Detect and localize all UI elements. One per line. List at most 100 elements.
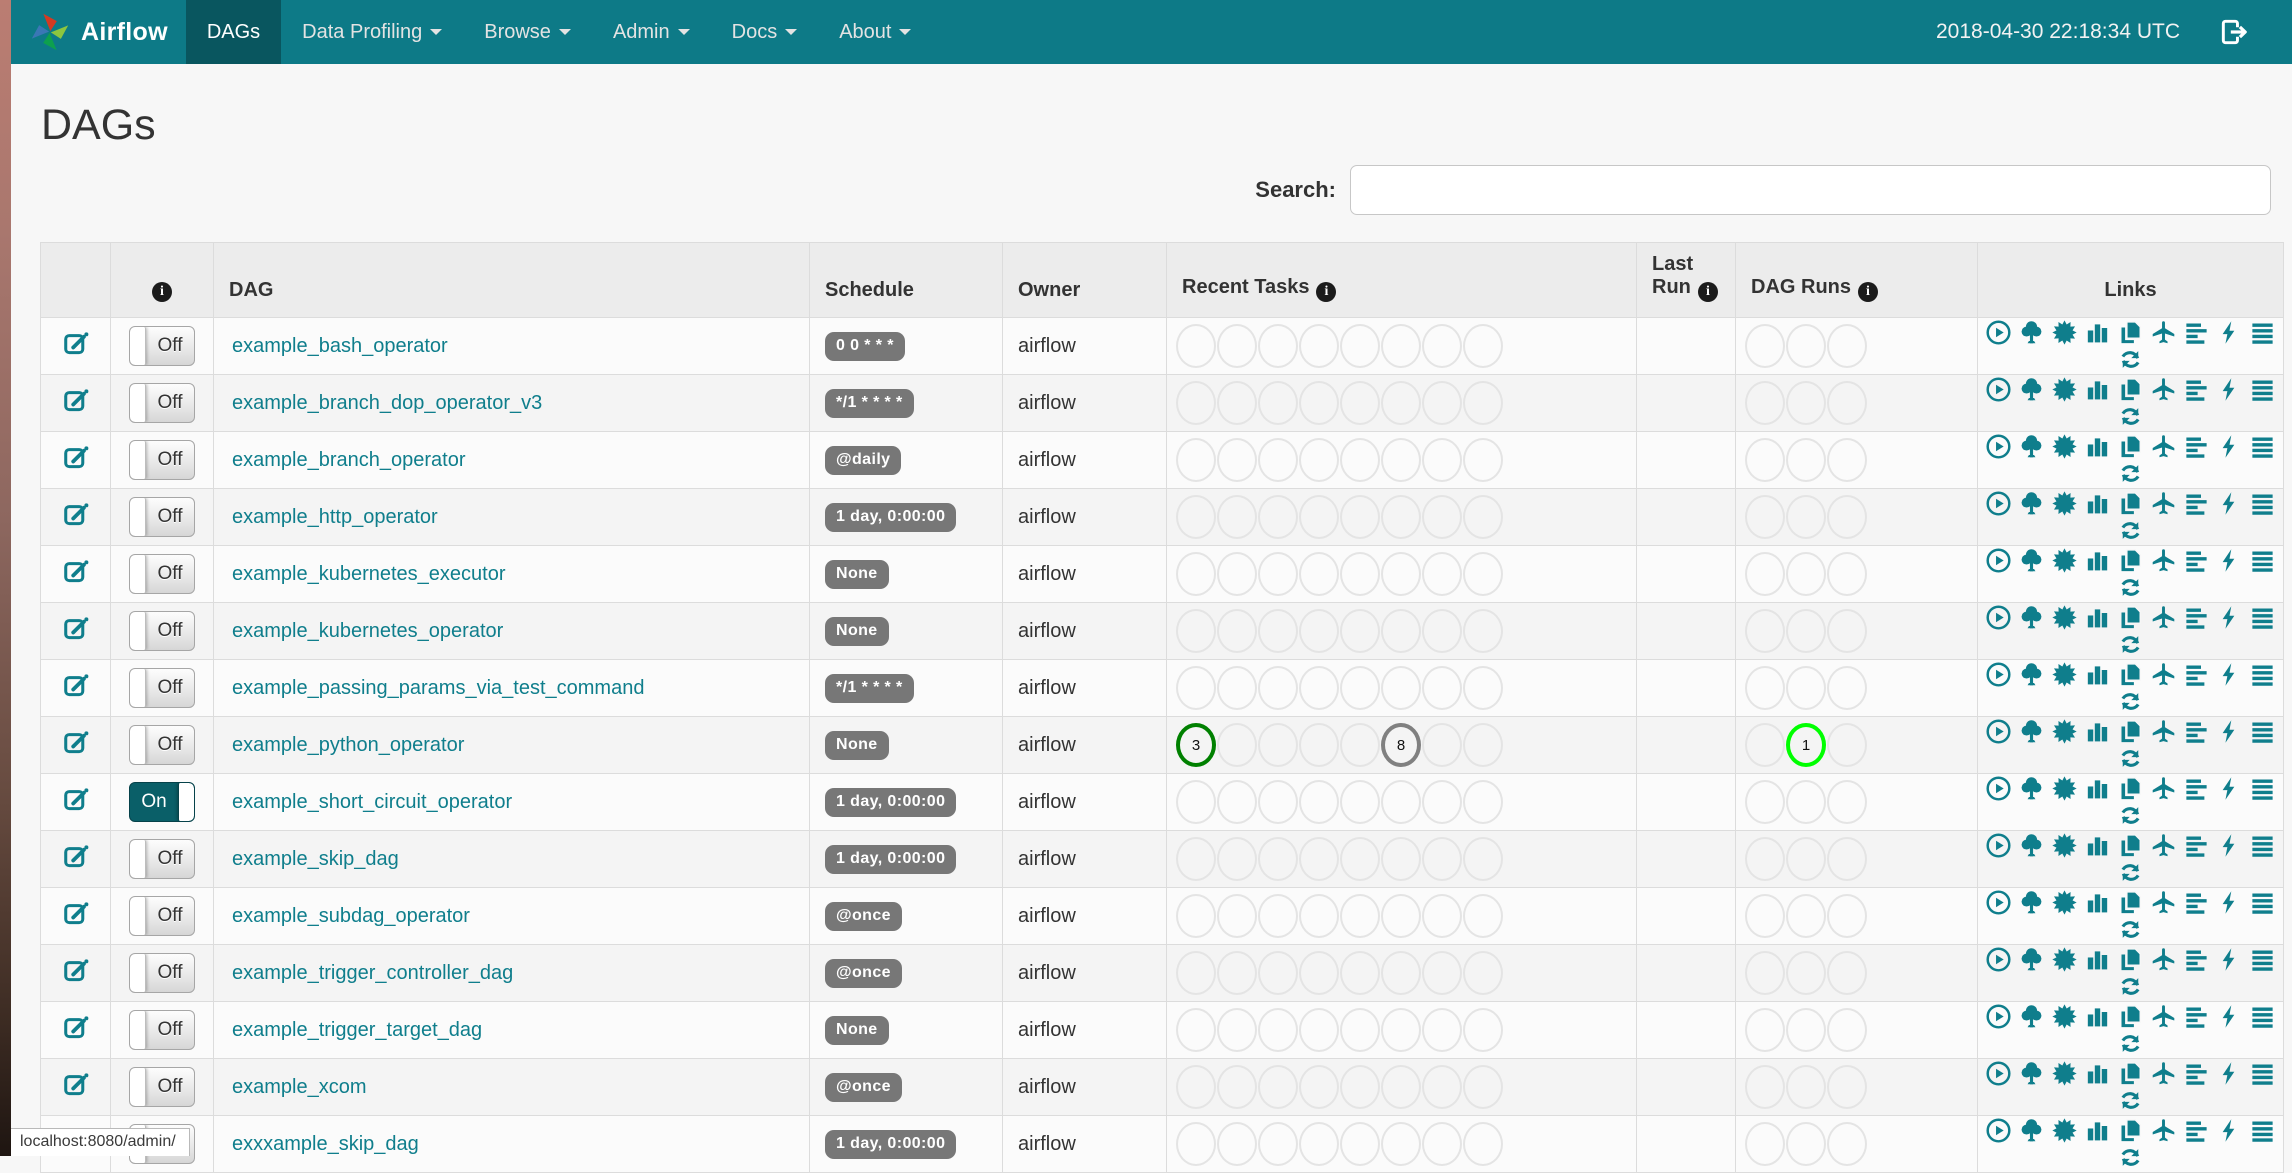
dag-link[interactable]: example_xcom <box>232 1076 367 1098</box>
task-state-circle[interactable]: 8 <box>1381 723 1421 768</box>
task-tries-link[interactable] <box>2117 661 2144 688</box>
dag-link[interactable]: example_http_operator <box>232 506 438 528</box>
tasks-duration-link[interactable] <box>2084 946 2111 973</box>
tree-view-link[interactable] <box>2018 661 2045 688</box>
landing-times-link[interactable] <box>2150 604 2177 631</box>
refresh-link[interactable] <box>2117 973 2144 1000</box>
trigger-dag-link[interactable] <box>1985 490 2012 517</box>
dag-link[interactable]: example_skip_dag <box>232 848 399 870</box>
trigger-dag-link[interactable] <box>1985 661 2012 688</box>
header-owner[interactable]: Owner <box>1002 242 1167 319</box>
trigger-dag-link[interactable] <box>1985 319 2012 346</box>
trigger-dag-link[interactable] <box>1985 1060 2012 1087</box>
dag-details-link[interactable] <box>2249 319 2276 346</box>
header-dag[interactable]: DAG <box>213 242 810 319</box>
tree-view-link[interactable] <box>2018 775 2045 802</box>
tree-view-link[interactable] <box>2018 490 2045 517</box>
landing-times-link[interactable] <box>2150 1060 2177 1087</box>
dag-link[interactable]: example_branch_dop_operator_v3 <box>232 392 542 414</box>
edit-dag-button[interactable] <box>62 900 90 928</box>
task-tries-link[interactable] <box>2117 1060 2144 1087</box>
task-tries-link[interactable] <box>2117 718 2144 745</box>
refresh-link[interactable] <box>2117 346 2144 373</box>
dag-link[interactable]: example_trigger_controller_dag <box>232 962 513 984</box>
dag-link[interactable]: example_kubernetes_executor <box>232 563 506 585</box>
tree-view-link[interactable] <box>2018 718 2045 745</box>
trigger-dag-link[interactable] <box>1985 1117 2012 1144</box>
dag-run-circle[interactable]: 1 <box>1786 723 1826 768</box>
code-view-link[interactable] <box>2216 718 2243 745</box>
nav-item-dags[interactable]: DAGs <box>185 0 282 64</box>
edit-dag-button[interactable] <box>62 387 90 415</box>
graph-view-link[interactable] <box>2051 376 2078 403</box>
edit-dag-button[interactable] <box>62 729 90 757</box>
dag-pause-toggle[interactable]: Off <box>129 326 195 367</box>
nav-item-admin[interactable]: Admin <box>592 0 711 64</box>
dag-pause-toggle[interactable]: Off <box>129 383 195 424</box>
dag-pause-toggle[interactable]: Off <box>129 611 195 652</box>
tree-view-link[interactable] <box>2018 547 2045 574</box>
task-tries-link[interactable] <box>2117 832 2144 859</box>
dag-pause-toggle[interactable]: Off <box>129 896 195 937</box>
dag-details-link[interactable] <box>2249 1117 2276 1144</box>
gantt-view-link[interactable] <box>2183 832 2210 859</box>
edit-dag-button[interactable] <box>62 1071 90 1099</box>
tasks-duration-link[interactable] <box>2084 1003 2111 1030</box>
refresh-link[interactable] <box>2117 1144 2144 1171</box>
landing-times-link[interactable] <box>2150 490 2177 517</box>
graph-view-link[interactable] <box>2051 1117 2078 1144</box>
nav-item-about[interactable]: About <box>818 0 932 64</box>
trigger-dag-link[interactable] <box>1985 832 2012 859</box>
graph-view-link[interactable] <box>2051 433 2078 460</box>
landing-times-link[interactable] <box>2150 376 2177 403</box>
tasks-duration-link[interactable] <box>2084 775 2111 802</box>
edit-dag-button[interactable] <box>62 615 90 643</box>
dag-link[interactable]: example_trigger_target_dag <box>232 1019 482 1041</box>
task-tries-link[interactable] <box>2117 547 2144 574</box>
task-tries-link[interactable] <box>2117 490 2144 517</box>
graph-view-link[interactable] <box>2051 718 2078 745</box>
dag-pause-toggle[interactable]: Off <box>129 725 195 766</box>
dag-details-link[interactable] <box>2249 775 2276 802</box>
task-tries-link[interactable] <box>2117 376 2144 403</box>
landing-times-link[interactable] <box>2150 1117 2177 1144</box>
dag-details-link[interactable] <box>2249 1060 2276 1087</box>
task-tries-link[interactable] <box>2117 604 2144 631</box>
graph-view-link[interactable] <box>2051 1060 2078 1087</box>
dag-pause-toggle[interactable]: Off <box>129 497 195 538</box>
tasks-duration-link[interactable] <box>2084 889 2111 916</box>
trigger-dag-link[interactable] <box>1985 547 2012 574</box>
tree-view-link[interactable] <box>2018 433 2045 460</box>
tree-view-link[interactable] <box>2018 319 2045 346</box>
task-tries-link[interactable] <box>2117 1117 2144 1144</box>
code-view-link[interactable] <box>2216 433 2243 460</box>
code-view-link[interactable] <box>2216 775 2243 802</box>
landing-times-link[interactable] <box>2150 433 2177 460</box>
gantt-view-link[interactable] <box>2183 490 2210 517</box>
landing-times-link[interactable] <box>2150 946 2177 973</box>
refresh-link[interactable] <box>2117 460 2144 487</box>
gantt-view-link[interactable] <box>2183 433 2210 460</box>
trigger-dag-link[interactable] <box>1985 1003 2012 1030</box>
dag-pause-toggle[interactable]: Off <box>129 953 195 994</box>
header-schedule[interactable]: Schedule <box>809 242 1003 319</box>
code-view-link[interactable] <box>2216 661 2243 688</box>
graph-view-link[interactable] <box>2051 946 2078 973</box>
trigger-dag-link[interactable] <box>1985 946 2012 973</box>
dag-link[interactable]: example_kubernetes_operator <box>232 620 503 642</box>
dag-link[interactable]: exxxample_skip_dag <box>232 1133 419 1155</box>
graph-view-link[interactable] <box>2051 604 2078 631</box>
gantt-view-link[interactable] <box>2183 946 2210 973</box>
refresh-link[interactable] <box>2117 688 2144 715</box>
code-view-link[interactable] <box>2216 490 2243 517</box>
tasks-duration-link[interactable] <box>2084 718 2111 745</box>
tasks-duration-link[interactable] <box>2084 1117 2111 1144</box>
refresh-link[interactable] <box>2117 574 2144 601</box>
graph-view-link[interactable] <box>2051 547 2078 574</box>
nav-item-data-profiling[interactable]: Data Profiling <box>281 0 463 64</box>
tasks-duration-link[interactable] <box>2084 433 2111 460</box>
code-view-link[interactable] <box>2216 1060 2243 1087</box>
dag-details-link[interactable] <box>2249 889 2276 916</box>
refresh-link[interactable] <box>2117 859 2144 886</box>
trigger-dag-link[interactable] <box>1985 889 2012 916</box>
